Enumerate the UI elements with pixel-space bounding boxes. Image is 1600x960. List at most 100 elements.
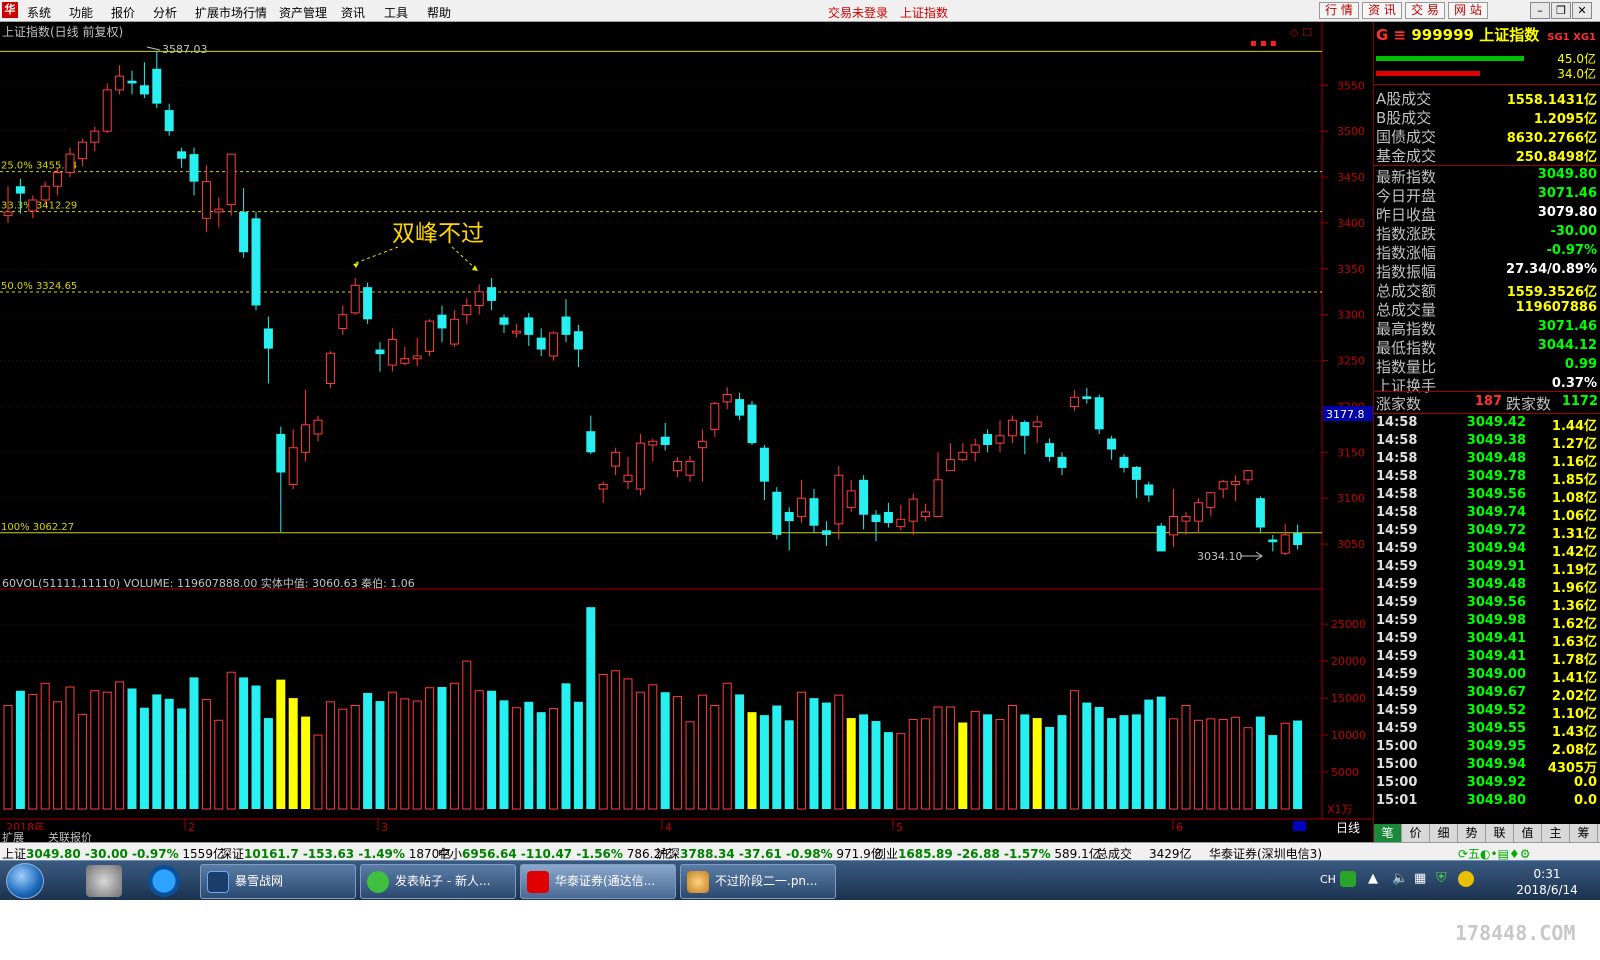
quote-panel-tab[interactable]: 势 — [1458, 824, 1486, 842]
volume-bar-down — [983, 714, 993, 809]
trade-amount: 0.0 — [1573, 793, 1597, 808]
trade-price: 3049.42 — [1466, 415, 1526, 430]
volume-icon[interactable]: 🔈 — [1392, 871, 1408, 886]
network-icon[interactable]: ▦ — [1414, 871, 1426, 886]
close-icon[interactable]: ✕ — [1572, 2, 1592, 19]
show-hidden-icon[interactable]: ▲ — [1368, 871, 1378, 886]
kline-chart-area[interactable]: 25.0% 3455.84 33.3% 3412.29 50.0% 3324.65 1… — [0, 22, 1373, 842]
tray-app-icon[interactable] — [1458, 871, 1474, 887]
trade-row: 14:59 3049.56 1.36亿 — [1374, 595, 1600, 614]
quick-button-trade[interactable]: 交 易 — [1405, 2, 1445, 19]
menu-system[interactable]: 系统 — [27, 4, 51, 21]
candle-body-up — [1193, 502, 1203, 522]
menu-analysis[interactable]: 分析 — [153, 4, 177, 21]
candle-body-up — [648, 440, 658, 446]
date-label-apr: 4 — [665, 821, 672, 834]
menu-help[interactable]: 帮助 — [427, 4, 451, 21]
candle-body-down — [1255, 498, 1265, 528]
volume-bar-down — [301, 716, 311, 809]
stat-row: 指数振幅 27.34/0.89% — [1374, 261, 1600, 281]
quote-panel-tab[interactable]: 笔 — [1374, 824, 1402, 842]
quote-panel-tab[interactable]: 值 — [1514, 824, 1542, 842]
stat-value: 3044.12 — [1537, 338, 1597, 353]
trade-amount: 1.62亿 — [1551, 617, 1597, 632]
candle-body-down — [536, 337, 546, 350]
stat-label: 指数涨幅 — [1376, 244, 1437, 262]
k-app-pinned-icon[interactable] — [148, 865, 180, 897]
candle-body-down — [809, 498, 819, 526]
candle-body-up — [226, 153, 236, 206]
volume-header: 60VOL(51111,11110) VOLUME: 119607888.00 … — [2, 576, 415, 590]
task-huatai-securities[interactable]: 华泰证券(通达信... — [520, 864, 676, 899]
period-label[interactable]: 日线 — [1336, 821, 1360, 835]
candle-body-down — [127, 80, 137, 84]
volume-bar-down — [1293, 720, 1303, 809]
task-image-viewer[interactable]: 不过阶段二一.pn... — [680, 864, 836, 899]
quick-button-website[interactable]: 网 站 — [1448, 2, 1488, 19]
candle-body-down — [189, 154, 199, 182]
browser-icon — [367, 871, 389, 893]
menu-function[interactable]: 功能 — [69, 4, 93, 21]
quote-panel-tab[interactable]: 主 — [1542, 824, 1570, 842]
scroll-marker[interactable] — [1293, 821, 1306, 831]
clock-time[interactable]: 0:31 — [1512, 867, 1582, 881]
trade-time: 15:01 — [1376, 793, 1418, 808]
candle-body-down — [276, 433, 286, 473]
tab-extended[interactable]: 扩展 — [2, 830, 46, 842]
volume-bar-green — [1376, 56, 1524, 61]
task-forum-post[interactable]: 发表帖子 - 新人... — [360, 864, 516, 899]
menu-asset-management[interactable]: 资产管理 — [279, 4, 327, 21]
chart-settings-icon[interactable]: ◇ ☐ — [1290, 26, 1312, 39]
crosshair-price: 3177.8 — [1326, 408, 1365, 421]
restore-icon[interactable]: ❐ — [1551, 2, 1571, 19]
candle-body-up — [995, 435, 1005, 444]
tab-related-quotes[interactable]: 关联报价 — [48, 830, 92, 842]
menu-extended-market[interactable]: 扩展市场行情 — [195, 4, 267, 21]
candle-body-down — [1268, 539, 1278, 543]
candle-body-up — [301, 424, 311, 453]
volume-bar-down — [1119, 715, 1129, 809]
candle-body-down — [784, 511, 794, 522]
price-tick-label: 3250 — [1337, 355, 1365, 368]
quote-panel-tab[interactable]: 联 — [1486, 824, 1514, 842]
stat-label: B股成交 — [1376, 109, 1432, 127]
menu-quote[interactable]: 报价 — [111, 4, 135, 21]
quote-panel-tab[interactable]: 筹 — [1570, 824, 1598, 842]
menu-tools[interactable]: 工具 — [384, 4, 408, 21]
candle-body-up — [511, 330, 521, 334]
clock-date[interactable]: 2018/6/14 — [1512, 883, 1582, 897]
candle-body-up — [908, 498, 918, 522]
kline-chart-svg[interactable]: 25.0% 3455.8433.3% 3412.2950.0% 3324.651… — [0, 22, 1373, 842]
trade-amount: 1.36亿 — [1551, 599, 1597, 614]
trade-time: 15:00 — [1376, 739, 1418, 754]
language-indicator[interactable]: CH — [1320, 873, 1336, 886]
candle-body-up — [412, 355, 422, 360]
trade-time: 14:59 — [1376, 577, 1418, 592]
explorer-pinned-icon[interactable] — [86, 865, 122, 897]
start-button-icon[interactable] — [6, 863, 44, 899]
menu-news[interactable]: 资讯 — [341, 4, 365, 21]
volume-bar-down — [499, 700, 509, 809]
annotation-double-peak: 双峰不过 — [392, 221, 484, 247]
task-battle-net[interactable]: 暴雪战网 — [200, 864, 356, 899]
quote-panel-tab[interactable]: 细 — [1430, 824, 1458, 842]
trade-row: 14:58 3049.74 1.06亿 — [1374, 505, 1600, 524]
quick-button-quote[interactable]: 行 情 — [1319, 2, 1359, 19]
volume-bar-up — [313, 734, 323, 810]
ime-tray-icon[interactable] — [1340, 871, 1356, 887]
quote-panel-tab[interactable]: 价 — [1402, 824, 1430, 842]
candle-body-up — [685, 460, 695, 476]
candle-body-up — [1280, 534, 1290, 554]
candle-body-up — [1007, 419, 1017, 437]
trade-amount: 1.96亿 — [1551, 581, 1597, 596]
candle-body-up — [350, 284, 360, 314]
candle-body-up — [958, 451, 968, 461]
volume-bar-down — [152, 694, 162, 809]
volume-bar-down — [958, 722, 968, 809]
candle-body-up — [834, 474, 844, 525]
volume-bar-up — [3, 705, 13, 810]
security-shield-icon[interactable]: ⛨ — [1436, 870, 1447, 886]
minimize-icon[interactable]: – — [1530, 2, 1550, 19]
trade-row: 14:58 3049.78 1.85亿 — [1374, 469, 1600, 488]
quick-button-news[interactable]: 资 讯 — [1362, 2, 1402, 19]
